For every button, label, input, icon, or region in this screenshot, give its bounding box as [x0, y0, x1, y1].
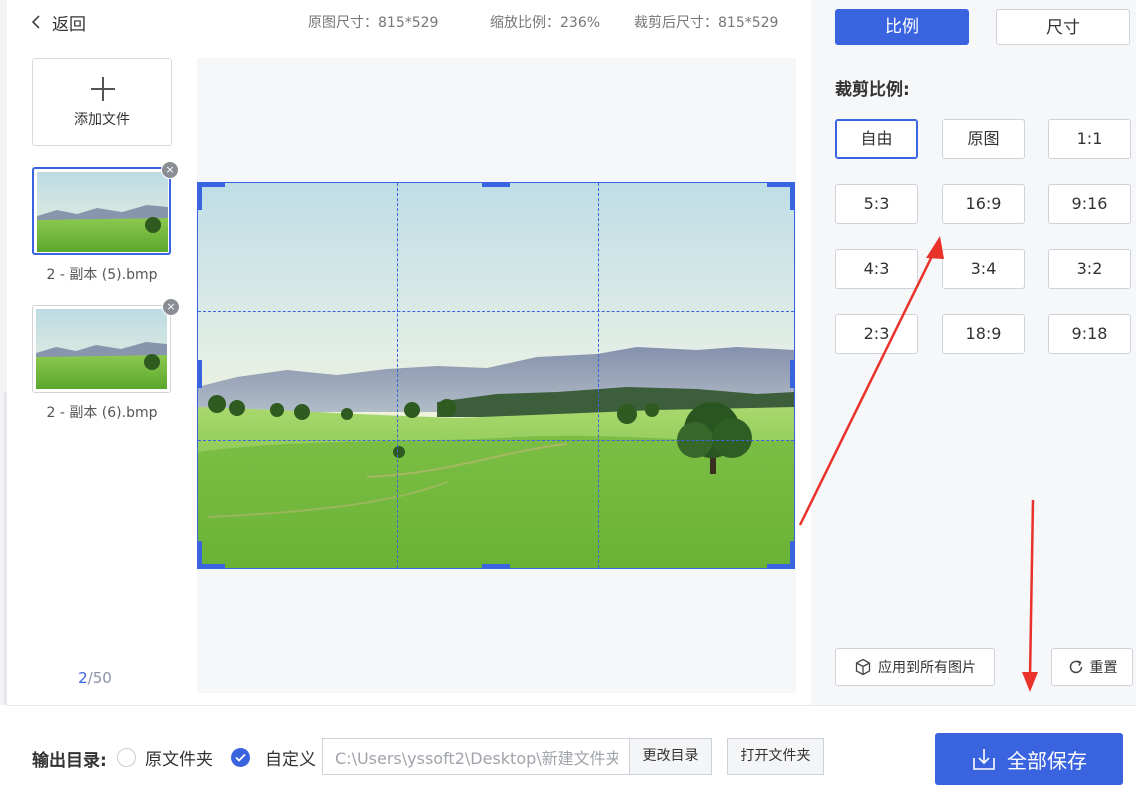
page-total: /50: [87, 669, 112, 687]
refresh-icon: [1069, 660, 1082, 674]
ratio-original-button[interactable]: 原图: [942, 119, 1025, 159]
file-name: 2 - 副本 (6).bmp: [46, 405, 158, 421]
change-directory-button[interactable]: 更改目录: [629, 738, 712, 775]
ratio-16-9-button[interactable]: 16:9: [942, 184, 1025, 224]
grid-line: [198, 311, 794, 312]
crop-handle-bottom-right[interactable]: [767, 564, 795, 569]
ratio-18-9-button[interactable]: 18:9: [942, 314, 1025, 354]
left-scrollbar-track: [0, 0, 7, 705]
crop-handle-right[interactable]: [790, 360, 795, 388]
back-button[interactable]: 返回: [30, 10, 86, 35]
open-folder-button[interactable]: 打开文件夹: [727, 738, 824, 775]
add-file-label: 添加文件: [74, 112, 130, 128]
reset-button[interactable]: 重置: [1051, 648, 1133, 686]
radio-original-folder[interactable]: [117, 748, 136, 767]
tab-size[interactable]: 尺寸: [996, 9, 1130, 45]
download-icon: [973, 749, 995, 770]
crop-handle-left[interactable]: [197, 360, 202, 388]
apply-to-all-button[interactable]: 应用到所有图片: [835, 648, 995, 686]
ratio-free-button[interactable]: 自由: [835, 119, 918, 159]
cube-icon: [855, 658, 871, 676]
divider: [7, 705, 1136, 706]
output-dir-label: 输出目录:: [32, 751, 107, 771]
settings-panel: 比例 尺寸 裁剪比例: 自由 原图 1:1 5:3 16:9 9:16 4:3 …: [811, 0, 1136, 705]
original-size-text: 原图尺寸：815*529: [308, 15, 439, 31]
back-label: 返回: [52, 14, 86, 35]
crop-handle-top[interactable]: [482, 182, 510, 187]
plus-icon: [91, 77, 115, 101]
custom-folder-label: 自定义: [265, 750, 316, 770]
original-folder-label: 原文件夹: [145, 750, 213, 770]
ratio-3-4-button[interactable]: 3:4: [942, 249, 1025, 289]
cropped-size-text: 裁剪后尺寸：815*529: [634, 15, 779, 31]
crop-handle-top-right[interactable]: [767, 182, 795, 187]
ratio-2-3-button[interactable]: 2:3: [835, 314, 918, 354]
crop-ratio-title: 裁剪比例:: [835, 80, 910, 100]
add-file-button[interactable]: 添加文件: [32, 58, 172, 146]
save-all-label: 全部保存: [1007, 748, 1087, 773]
save-all-button[interactable]: 全部保存: [935, 733, 1123, 785]
file-name: 2 - 副本 (5).bmp: [46, 267, 158, 283]
landscape-thumbnail-image: [37, 172, 168, 252]
ratio-9-16-button[interactable]: 9:16: [1048, 184, 1131, 224]
zoom-ratio-text: 缩放比例：236%: [490, 15, 601, 31]
grid-line: [598, 183, 599, 568]
check-icon: [235, 753, 246, 762]
image-canvas: [197, 58, 796, 693]
crop-box[interactable]: [197, 182, 795, 569]
crop-handle-bottom-left[interactable]: [197, 564, 225, 569]
landscape-thumbnail-image: [36, 309, 167, 389]
ratio-1-1-button[interactable]: 1:1: [1048, 119, 1131, 159]
grid-line: [198, 440, 794, 441]
crop-handle-top-left[interactable]: [197, 182, 225, 187]
remove-file-icon[interactable]: ×: [161, 161, 179, 179]
tab-ratio[interactable]: 比例: [835, 9, 969, 45]
page-indicator: 2/50: [60, 669, 130, 687]
radio-custom-folder[interactable]: [231, 748, 250, 767]
ratio-3-2-button[interactable]: 3:2: [1048, 249, 1131, 289]
chevron-left-icon: [31, 15, 40, 29]
ratio-4-3-button[interactable]: 4:3: [835, 249, 918, 289]
remove-file-icon[interactable]: ×: [162, 298, 180, 316]
page-current: 2: [78, 669, 88, 687]
ratio-5-3-button[interactable]: 5:3: [835, 184, 918, 224]
ratio-9-18-button[interactable]: 9:18: [1048, 314, 1131, 354]
apply-to-all-label: 应用到所有图片: [878, 660, 976, 676]
reset-label: 重置: [1089, 660, 1118, 676]
crop-tool-window: 返回 原图尺寸：815*529 缩放比例：236% 裁剪后尺寸：815*529 …: [0, 0, 1136, 799]
file-thumbnail[interactable]: ×: [32, 161, 179, 255]
grid-line: [397, 183, 398, 568]
crop-handle-bottom[interactable]: [482, 564, 510, 569]
output-path-input[interactable]: [322, 738, 630, 775]
file-thumbnail[interactable]: ×: [32, 298, 180, 393]
left-scrollbar-thumb[interactable]: [4, 392, 7, 705]
